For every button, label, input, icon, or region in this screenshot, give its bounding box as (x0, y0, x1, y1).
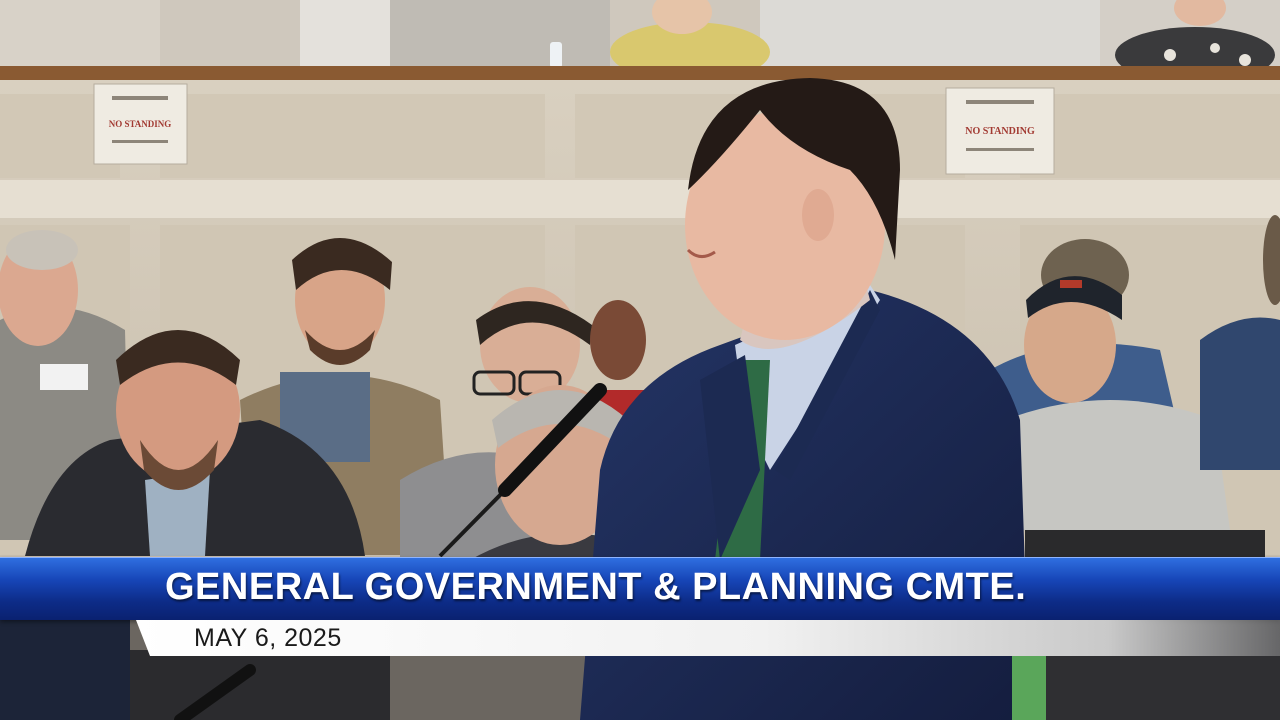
water-bottle (550, 42, 562, 68)
sign-left-text: NO STANDING (109, 119, 172, 129)
chair-back (1025, 530, 1265, 560)
no-standing-sign-left: NO STANDING (93, 83, 188, 165)
no-standing-sign-right: NO STANDING (945, 87, 1055, 175)
balcony-rail (0, 66, 1280, 80)
sign-right-text: NO STANDING (965, 126, 1035, 137)
meeting-scene: NO STANDING NO STANDING (0, 0, 1280, 720)
